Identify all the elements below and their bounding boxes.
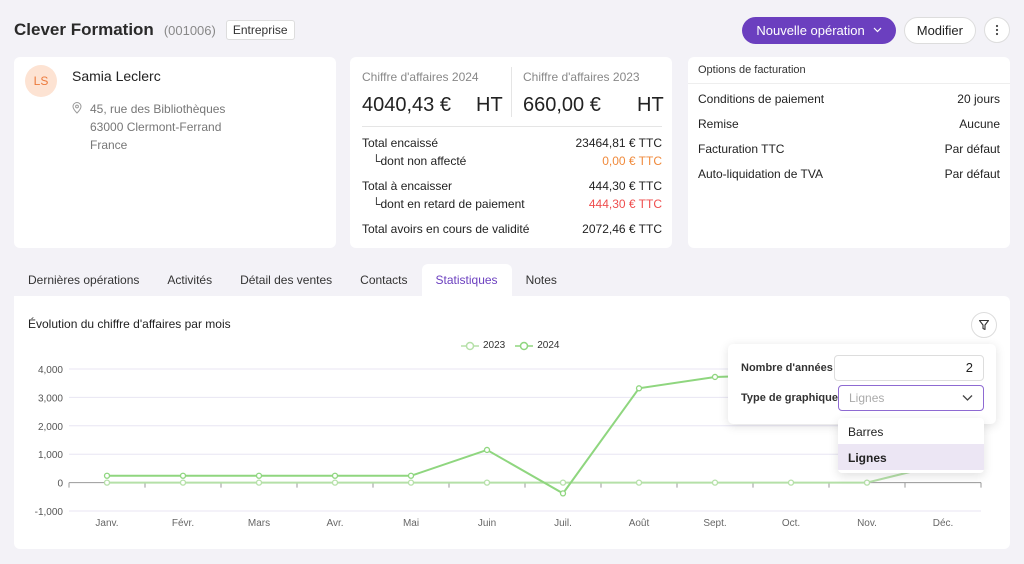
new-operation-label: Nouvelle opération: [756, 22, 865, 38]
contact-card: LS Samia Leclerc 45, rue des Bibliothèqu…: [14, 57, 336, 248]
unassigned-row: └dont non affecté 0,00 € TTC: [362, 154, 662, 168]
row-value: 20 jours: [957, 92, 1000, 106]
legend-marker-2023: [461, 341, 479, 350]
client-code: (001006): [163, 22, 216, 38]
billing-options-card: Options de facturation Conditions de pai…: [688, 57, 1010, 248]
row-label: Facturation TTC: [698, 142, 785, 156]
row-value: 2072,46 € TTC: [582, 222, 662, 236]
payment-terms-row: Conditions de paiement 20 jours: [698, 92, 1000, 106]
row-label: Total avoirs en cours de validité: [362, 222, 530, 236]
kpi-2023-value: 660,00 €: [523, 94, 601, 116]
kpi-2024-label: Chiffre d'affaires 2024: [362, 70, 479, 84]
tab-activities[interactable]: Activités: [153, 264, 226, 296]
tabs: Dernières opérations Activités Détail de…: [14, 264, 571, 296]
new-operation-button[interactable]: Nouvelle opération: [742, 16, 896, 44]
address-line2: 63000 Clermont-Ferrand: [90, 120, 222, 134]
billing-options-title: Options de facturation: [688, 57, 1010, 84]
location-pin-icon: [72, 102, 82, 114]
avatar: LS: [25, 65, 57, 97]
chart-type-select[interactable]: Lignes: [838, 385, 984, 411]
row-value: Par défaut: [944, 167, 1000, 181]
contact-name[interactable]: Samia Leclerc: [72, 68, 161, 84]
chart-legend: 2023 2024: [461, 340, 560, 351]
row-value: 444,30 € TTC: [588, 179, 662, 193]
legend-marker-2024: [515, 341, 534, 350]
kpi-separator: [362, 126, 662, 127]
chart-filter-button[interactable]: [971, 312, 997, 338]
kpi-2024-ht: HT: [476, 94, 503, 116]
row-label: └dont en retard de paiement: [372, 197, 525, 211]
tab-contacts[interactable]: Contacts: [346, 264, 421, 296]
page-header: Clever Formation (001006) Entreprise Nou…: [14, 14, 1010, 46]
more-vertical-icon: [995, 24, 999, 36]
row-value: 0,00 € TTC: [602, 154, 662, 168]
revenue-card: Chiffre d'affaires 2024 4040,43 € HT Chi…: [350, 57, 672, 248]
kpi-divider: [511, 67, 512, 117]
row-label: Conditions de paiement: [698, 92, 825, 106]
option-lines[interactable]: Lignes: [838, 444, 984, 470]
credit-notes-row: Total avoirs en cours de validité 2072,46…: [362, 222, 662, 236]
chevron-down-icon: [873, 27, 882, 33]
client-type-badge: Entreprise: [225, 20, 295, 40]
late-payment-row: └dont en retard de paiement 444,30 € TTC: [362, 197, 662, 211]
address-country: France: [90, 138, 128, 152]
discount-row: Remise Aucune: [698, 117, 1000, 131]
legend-label-2024: 2024: [537, 340, 560, 351]
row-label: Remise: [698, 117, 739, 131]
page-title: Clever Formation: [14, 20, 154, 39]
kpi-2023-label: Chiffre d'affaires 2023: [523, 70, 640, 84]
years-input[interactable]: 2: [834, 355, 984, 381]
vat-reverse-charge-row: Auto-liquidation de TVA Par défaut: [698, 167, 1000, 181]
legend-label-2023: 2023: [483, 340, 506, 351]
chart-type-value: Lignes: [849, 391, 885, 405]
chart-type-label: Type de graphique: [741, 392, 838, 404]
chart-settings-popup: Nombre d'années 2 Type de graphique Lign…: [728, 344, 996, 424]
tab-sales-detail[interactable]: Détail des ventes: [226, 264, 346, 296]
years-label: Nombre d'années: [741, 362, 833, 374]
row-label: └dont non affecté: [372, 154, 467, 168]
kpi-2024-value: 4040,43 €: [362, 94, 451, 116]
row-value: 23464,81 € TTC: [575, 136, 662, 150]
address-line1: 45, rue des Bibliothèques: [90, 102, 226, 116]
row-value: Par défaut: [944, 142, 1000, 156]
edit-button[interactable]: Modifier: [903, 16, 976, 44]
row-value: 444,30 € TTC: [588, 197, 662, 211]
total-collected-row: Total encaissé 23464,81 € TTC: [362, 136, 662, 150]
kpi-2023-ht: HT: [637, 94, 664, 116]
legend-item-2024[interactable]: 2024: [515, 340, 560, 351]
tab-statistics[interactable]: Statistiques: [421, 264, 512, 296]
contact-address: 45, rue des Bibliothèques 63000 Clermont…: [90, 100, 225, 154]
row-label: Total encaissé: [362, 136, 439, 150]
tab-notes[interactable]: Notes: [512, 264, 571, 296]
filter-icon: [978, 319, 990, 331]
legend-item-2023[interactable]: 2023: [461, 340, 505, 351]
more-button[interactable]: [984, 17, 1010, 43]
row-value: Aucune: [959, 117, 1000, 131]
ttc-billing-row: Facturation TTC Par défaut: [698, 142, 1000, 156]
row-label: Total à encaisser: [362, 179, 453, 193]
row-label: Auto-liquidation de TVA: [698, 167, 823, 181]
chart-type-dropdown: Barres Lignes: [838, 418, 984, 473]
to-collect-row: Total à encaisser 444,30 € TTC: [362, 179, 662, 193]
chevron-down-icon: [962, 395, 973, 401]
option-bars[interactable]: Barres: [838, 418, 984, 444]
tab-last-operations[interactable]: Dernières opérations: [14, 264, 153, 296]
chart-title: Évolution du chiffre d'affaires par mois: [28, 317, 231, 331]
